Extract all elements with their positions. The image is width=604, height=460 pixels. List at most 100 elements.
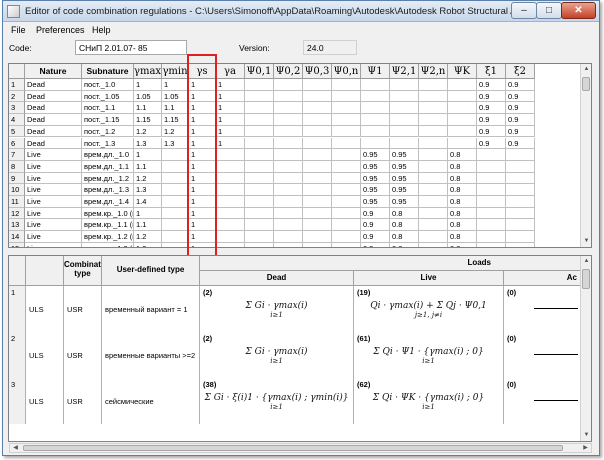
cell-xi-1[interactable]: 0.9 [477,125,506,138]
cell-psi-k[interactable]: 0.8 [448,149,477,161]
cell-psi-k[interactable]: 0.8 [448,207,477,220]
cell-xi-2[interactable] [506,160,535,173]
cell-gamma-min[interactable] [162,207,189,220]
cell-psi-1[interactable]: 0.95 [361,184,390,196]
menu-help[interactable]: Help [92,25,111,35]
combination-regulations-table[interactable]: Combination type User-defined type Loads… [8,255,592,442]
cell-psi-2-n[interactable] [419,160,448,173]
cell-gamma-max[interactable]: 1.3 [134,242,162,247]
cell-psi-2-n[interactable] [419,149,448,161]
cell-gamma-min[interactable] [162,219,189,232]
cell-psi-0-n[interactable] [332,219,361,232]
cell-gamma-max[interactable]: 1.2 [134,125,162,138]
cell-psi-0-n[interactable] [332,231,361,243]
dead-header[interactable]: Dead [200,271,354,286]
code-input[interactable]: СНиП 2.01.07- 85 [75,40,187,55]
table-row[interactable]: 7 Live врем.дл._1.0 1 1 0.95 0.95 0.8 [9,149,535,161]
cell-gamma-a[interactable] [216,149,245,161]
cell-psi-0-2[interactable] [274,125,303,138]
cell-nature[interactable]: Dead [25,102,82,115]
scroll-thumb[interactable] [582,77,590,91]
cell-psi-0-n[interactable] [332,184,361,196]
cell-psi-2-1[interactable] [390,114,419,126]
horizontal-scrollbar[interactable]: ◀ ▶ [9,443,592,453]
table-row[interactable]: 3 Dead пост._1.1 1.1 1.1 1 1 0.9 0.9 [9,102,535,115]
cell-psi-2-1[interactable]: 0.95 [390,184,419,196]
scroll-up-icon[interactable]: ▲ [582,65,591,74]
cell-psi-2-1[interactable]: 0.8 [390,219,419,232]
cell-psi-2-1[interactable]: 0.8 [390,207,419,220]
table-row[interactable]: 9 Live врем.дл._1.2 1.2 1 0.95 0.95 0.8 [9,172,535,185]
dead-formula[interactable]: Σ Gi · γmax(i) [200,347,353,357]
cell-subnature[interactable]: врем.дл._1.2 [82,172,134,185]
cell-psi-0-1[interactable] [245,242,274,247]
table-row[interactable]: 10 Live врем.дл._1.3 1.3 1 0.95 0.95 0.8 [9,184,535,196]
cell-subnature[interactable]: врем.кр._1.3 (к [82,242,134,247]
cell-xi-1[interactable] [477,242,506,247]
cell-psi-0-2[interactable] [274,196,303,208]
cell-psi-0-3[interactable] [303,184,332,196]
cell-xi-1[interactable] [477,196,506,208]
cell-psi-2-n[interactable] [419,90,448,103]
cell-psi-0-n[interactable] [332,160,361,173]
cell-gamma-min[interactable] [162,242,189,247]
cell-xi-2[interactable] [506,196,535,208]
cell-psi-0-2[interactable] [274,242,303,247]
cell-gamma-min[interactable] [162,196,189,208]
cell-psi-1[interactable]: 0.9 [361,242,390,247]
cell-subnature[interactable]: пост._1.05 [82,90,134,103]
cell-psi-1[interactable]: 0.9 [361,207,390,220]
cell-xi-1[interactable]: 0.9 [477,90,506,103]
cell-psi-0-3[interactable] [303,172,332,185]
cell-psi-0-1[interactable] [245,160,274,173]
cell-xi-2[interactable]: 0.9 [506,102,535,115]
cell-psi-0-1[interactable] [245,172,274,185]
cell-psi-2-n[interactable] [419,79,448,91]
cell-gamma-max[interactable]: 1.1 [134,219,162,232]
cell-psi-0-3[interactable] [303,196,332,208]
cell-psi-0-2[interactable] [274,149,303,161]
cell-psi-0-3[interactable] [303,242,332,247]
cell-psi-k[interactable]: 0.8 [448,219,477,232]
cell-psi-1[interactable] [361,79,390,91]
cell-psi-0-1[interactable] [245,184,274,196]
table-row[interactable]: 15Liveврем.кр._1.3 (к1.310.90.80.8 [9,242,535,247]
cell-psi-k[interactable] [448,90,477,103]
cell-gamma-a[interactable] [216,219,245,232]
cell-gamma-min[interactable] [162,149,189,161]
cell-psi-k[interactable] [448,125,477,138]
cell-gamma-a[interactable] [216,231,245,243]
cell-psi-0-1[interactable] [245,231,274,243]
cell-psi-0-2[interactable] [274,102,303,115]
cell-psi-2-1[interactable] [390,102,419,115]
cell-nature[interactable]: Live [25,219,82,232]
cell-psi-0-n[interactable] [332,79,361,91]
cell-psi-2-1[interactable]: 0.95 [390,172,419,185]
cell-nature[interactable]: Live [25,242,82,247]
table-row[interactable]: 8 Live врем.дл._1.1 1.1 1 0.95 0.95 0.8 [9,160,535,173]
table-row[interactable]: 6 Dead пост._1.3 1.3 1.3 1 1 0.9 0.9 [9,137,535,150]
cell-psi-1[interactable]: 0.95 [361,160,390,173]
cell-psi-2-1[interactable]: 0.8 [390,231,419,243]
cell-psi-0-2[interactable] [274,137,303,150]
cell-gamma-a[interactable]: 1 [216,90,245,103]
cell-psi-0-2[interactable] [274,114,303,126]
header-psi-0-n[interactable]: Ψ0,n [332,64,361,79]
cell-psi-0-3[interactable] [303,160,332,173]
title-bar[interactable]: Editor of code combination regulations -… [3,1,599,22]
cell-xi-2[interactable]: 0.9 [506,137,535,150]
cell-xi-2[interactable] [506,184,535,196]
header-psi-0-3[interactable]: Ψ0,3 [303,64,332,79]
menu-file[interactable]: File [11,25,26,35]
header-nature[interactable]: Nature [25,64,82,79]
cell-psi-0-1[interactable] [245,196,274,208]
cell-psi-0-1[interactable] [245,102,274,115]
cell-nature[interactable]: Live [25,172,82,185]
cell-subnature[interactable]: врем.дл._1.4 [82,196,134,208]
cell-gamma-min[interactable] [162,231,189,243]
cell-gamma-max[interactable]: 1.3 [134,184,162,196]
cell-psi-1[interactable]: 0.95 [361,196,390,208]
cell-psi-1[interactable]: 0.95 [361,149,390,161]
cell-psi-0-1[interactable] [245,219,274,232]
cell-psi-1[interactable]: 0.9 [361,231,390,243]
